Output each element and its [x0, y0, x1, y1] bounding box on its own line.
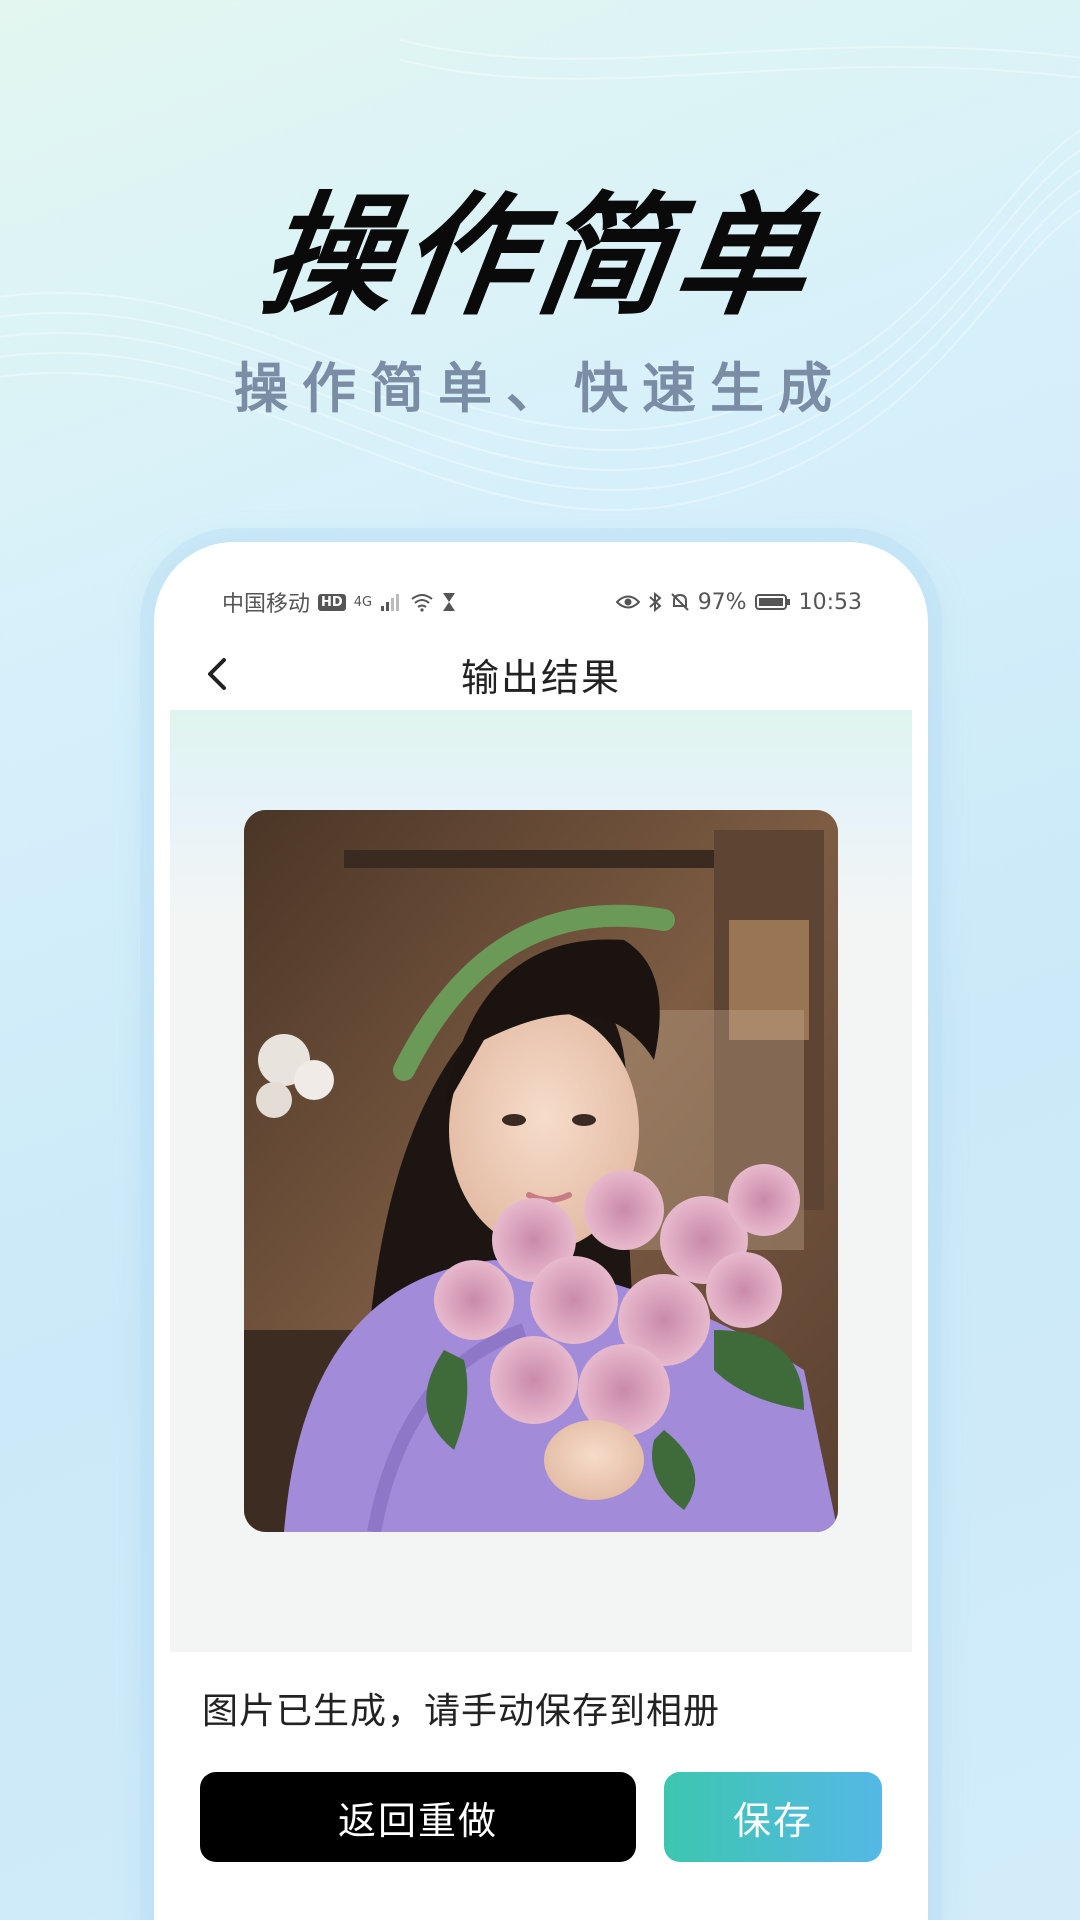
- battery-percent: 97%: [697, 589, 747, 615]
- signal-icon: [381, 594, 400, 611]
- chevron-left-icon[interactable]: [198, 654, 238, 694]
- bluetooth-icon: [649, 592, 662, 612]
- clock: 10:53: [798, 589, 862, 615]
- hero-subtitle: 操作简单、快速生成: [234, 357, 846, 420]
- top-nav: 输出结果: [154, 634, 928, 714]
- result-panel: [170, 710, 912, 1652]
- redo-button[interactable]: 返回重做: [200, 1772, 636, 1862]
- carrier-label: 中国移动: [222, 592, 311, 617]
- portrait-illustration: [244, 810, 838, 1532]
- phone-mockup: 中国移动 HD 4G 97% 10:53 输出结果 图片已生成，请手动保存到相册…: [154, 542, 928, 1920]
- hourglass-icon: [443, 593, 456, 611]
- hd-badge: HD: [318, 593, 346, 611]
- eye-icon: [615, 595, 640, 609]
- save-button[interactable]: 保存: [664, 1772, 882, 1862]
- status-bar: 中国移动 HD 4G 97% 10:53: [154, 582, 928, 622]
- hero-title: 操作简单: [251, 180, 826, 334]
- battery-icon: [754, 594, 790, 610]
- page-title: 输出结果: [460, 655, 621, 700]
- wifi-icon: [411, 594, 433, 612]
- bell-off-icon: [670, 593, 689, 611]
- network-label: 4G: [353, 594, 373, 610]
- result-image[interactable]: [244, 810, 838, 1532]
- result-note: 图片已生成，请手动保存到相册: [202, 1691, 721, 1732]
